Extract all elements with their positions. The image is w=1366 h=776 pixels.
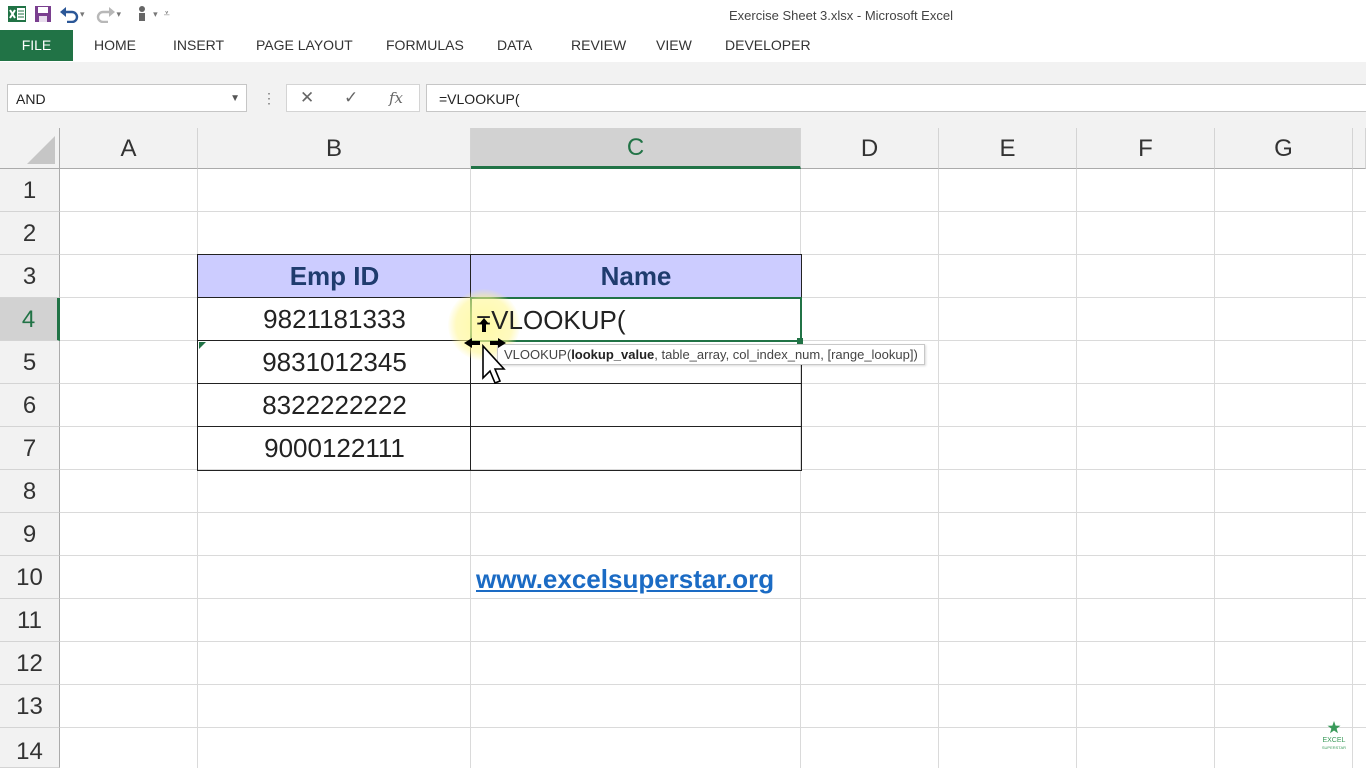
tab-developer[interactable]: DEVELOPER	[725, 30, 811, 61]
formula-input[interactable]: =VLOOKUP(	[426, 84, 1366, 112]
error-indicator-icon[interactable]	[199, 342, 206, 349]
website-link[interactable]: www.excelsuperstar.org	[476, 564, 774, 595]
tab-view[interactable]: VIEW	[656, 30, 692, 61]
gridline	[60, 598, 1366, 599]
row-header-5[interactable]: 5	[0, 341, 60, 384]
column-header-g[interactable]: G	[1215, 128, 1353, 169]
select-all-triangle-icon	[27, 136, 55, 164]
row-header-10[interactable]: 10	[0, 556, 60, 599]
worksheet-grid[interactable]: A B C D E F G 1 2 3 4 5 6 7 8 9 10 11 12…	[0, 128, 1366, 768]
formula-bar-grip-icon[interactable]: ⋮	[262, 90, 276, 107]
formula-bar: AND ▼ ⋮ ✕ ✓ fx =VLOOKUP(	[0, 62, 1366, 128]
row-header-4[interactable]: 4	[0, 298, 60, 341]
column-header-d[interactable]: D	[801, 128, 939, 169]
name-box[interactable]: AND ▼	[7, 84, 247, 112]
row-header-13[interactable]: 13	[0, 685, 60, 728]
cancel-icon[interactable]: ✕	[300, 88, 314, 108]
tab-insert[interactable]: INSERT	[173, 30, 224, 61]
column-header-h-partial[interactable]	[1353, 128, 1366, 169]
column-header-e[interactable]: E	[939, 128, 1077, 169]
channel-watermark: EXCEL SUPERSTAR	[1322, 721, 1346, 750]
name-box-value: AND	[16, 91, 46, 107]
gridline	[60, 555, 1366, 556]
row-header-7[interactable]: 7	[0, 427, 60, 470]
select-all-button[interactable]	[0, 128, 60, 169]
tab-home[interactable]: HOME	[94, 30, 136, 61]
table-border	[197, 426, 802, 427]
tab-formulas[interactable]: FORMULAS	[386, 30, 464, 61]
row-header-8[interactable]: 8	[0, 470, 60, 513]
column-header-b[interactable]: B	[198, 128, 471, 169]
tab-data[interactable]: DATA	[497, 30, 532, 61]
row-header-6[interactable]: 6	[0, 384, 60, 427]
tooltip-function-name[interactable]: VLOOKUP(	[504, 347, 571, 362]
insert-function-icon[interactable]: fx	[389, 89, 403, 107]
row-header-2[interactable]: 2	[0, 212, 60, 255]
formula-text: =VLOOKUP(	[439, 91, 520, 107]
gridline	[60, 512, 1366, 513]
row-header-11[interactable]: 11	[0, 599, 60, 642]
tab-review[interactable]: REVIEW	[571, 30, 626, 61]
gridline	[60, 211, 1366, 212]
column-header-c[interactable]: C	[471, 128, 801, 169]
star-logo-icon	[1327, 721, 1341, 734]
function-argument-tooltip[interactable]: VLOOKUP(lookup_value, table_array, col_i…	[497, 344, 925, 365]
row-header-1[interactable]: 1	[0, 169, 60, 212]
tooltip-current-arg[interactable]: lookup_value	[571, 347, 654, 362]
tooltip-remaining-args: , table_array, col_index_num, [range_loo…	[654, 347, 918, 362]
check-icon[interactable]: ✓	[344, 88, 358, 108]
row-header-3[interactable]: 3	[0, 255, 60, 298]
column-header-f[interactable]: F	[1077, 128, 1215, 169]
window-title: Exercise Sheet 3.xlsx - Microsoft Excel	[729, 8, 953, 23]
row-header-12[interactable]: 12	[0, 642, 60, 685]
title-bar: ▾ ▾ ▾ ⩡ Exercise Sheet 3.xlsx - Microsof…	[0, 0, 1366, 30]
name-box-dropdown-icon[interactable]: ▼	[230, 93, 240, 104]
ribbon-tabs: FILE HOME INSERT PAGE LAYOUT FORMULAS DA…	[0, 30, 1366, 63]
watermark-text-2: SUPERSTAR	[1321, 745, 1346, 750]
tab-page-layout[interactable]: PAGE LAYOUT	[256, 30, 353, 61]
gridline	[60, 684, 1366, 685]
row-header-9[interactable]: 9	[0, 513, 60, 556]
tab-file[interactable]: FILE	[0, 30, 73, 61]
gridline	[60, 727, 1366, 728]
mouse-pointer-icon	[464, 318, 506, 385]
row-header-14[interactable]: 14	[0, 728, 60, 768]
gridline	[60, 641, 1366, 642]
column-header-a[interactable]: A	[60, 128, 198, 169]
formula-buttons: ✕ ✓ fx	[286, 84, 420, 112]
watermark-text-1: EXCEL	[1322, 737, 1346, 744]
